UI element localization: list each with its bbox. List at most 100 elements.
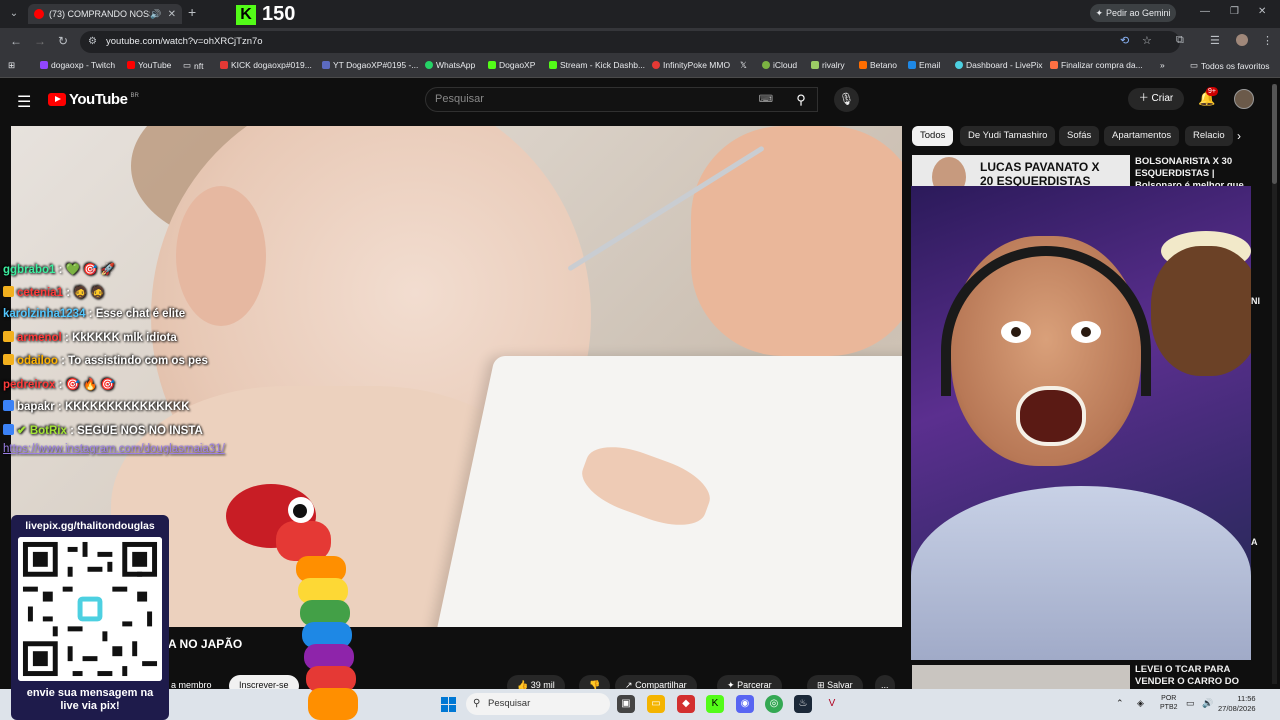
folder-icon: ▭ [1190,60,1199,70]
tab-search-chevron-icon[interactable]: ⌄ [6,6,22,22]
page-scrollbar[interactable] [1272,84,1277,684]
chat-instagram-link[interactable]: https://www.instagram.com/douglasmaia31/ [3,443,225,455]
chrome-icon[interactable]: ◎ [765,695,783,713]
valorant-icon[interactable]: V [823,695,841,713]
thumbs-up-icon: 👍 [517,680,529,689]
bookmark-kick-dashboard[interactable]: Stream - Kick Dashb... [549,60,645,70]
search-icon[interactable]: ⚲ [784,87,818,112]
url-text: youtube.com/watch?v=ohXRCjTzn7o [106,36,263,47]
create-button[interactable]: ＋ Criar [1128,88,1184,110]
minimize-icon[interactable]: — [1200,6,1210,17]
recommended-thumbnail[interactable]: LUCAS PAVANATO X 20 ESQUERDISTAS [912,155,1130,187]
thanks-button[interactable]: ✦ Parcerar [717,675,782,689]
reading-list-icon[interactable]: ☰ [1210,34,1220,47]
taskbar-search[interactable]: ⚲ Pesquisar [466,693,610,715]
steam-icon[interactable]: ♨ [794,695,812,713]
sub-badge-icon [3,331,14,342]
bookmark-star-icon[interactable]: ☆ [1142,34,1152,47]
all-bookmarks[interactable]: ▭ Todos os favoritos [1190,60,1270,71]
bookmark-kick[interactable]: KICK dogaoxp#019... [220,60,312,70]
bookmark-email[interactable]: Email [908,60,940,70]
profile-avatar[interactable] [1236,34,1248,46]
avatar[interactable] [1234,89,1254,109]
bookmark-finalizar[interactable]: Finalizar compra da... [1050,60,1143,70]
translate-icon[interactable]: ⟲ [1120,34,1129,47]
bookmarks-bar: ⊞ dogaoxp - Twitch YouTube ▭ nft KICK dog… [0,56,1280,78]
thumbs-down-icon: 👎 [589,680,601,689]
more-bookmarks-icon[interactable]: » [1160,60,1165,70]
chip-apartamentos[interactable]: Apartamentos [1104,126,1180,146]
recommended-title[interactable]: LEVEI O TCAR PARA VENDER O CARRO DO LUIZ… [1135,664,1260,690]
join-button[interactable]: a membro [161,675,222,689]
speaker-icon[interactable]: 🔊 [150,9,161,20]
bookmark-whatsapp[interactable]: WhatsApp [425,60,475,70]
tab-youtube[interactable]: (73) COMPRANDO NOSSA 🔊 ✕ [28,4,182,24]
mic-icon[interactable]: 🎙 [834,87,859,112]
url-field[interactable]: ⚙ youtube.com/watch?v=ohXRCjTzn7o [80,31,1180,53]
apps-grid-icon[interactable]: ⊞ [8,60,15,71]
extensions-icon[interactable]: ⧉ [1176,34,1184,47]
close-tab-icon[interactable]: ✕ [168,9,176,20]
bookmark-folder-nft[interactable]: ▭ nft [183,60,203,71]
betano-icon [859,61,867,69]
search-placeholder: Pesquisar [435,93,484,105]
window-close-icon[interactable]: ✕ [1258,6,1266,17]
bookmark-twitch[interactable]: dogaoxp - Twitch [40,60,115,70]
volume-icon[interactable]: 🔊 [1202,698,1213,709]
like-button[interactable]: 👍 39 mil [507,675,565,689]
chevron-right-icon[interactable]: › [1237,129,1241,143]
chat-line: pedreirox : 🎯 🔥 🎯 [3,379,115,391]
save-button[interactable]: ⊞ Salvar [807,675,863,689]
taskbar-clock[interactable]: 11:56 27/08/2026 [1218,694,1256,714]
app-red-icon[interactable]: ◆ [677,695,695,713]
gemini-button[interactable]: ✦ Pedir ao Gemini [1090,4,1176,22]
tray-chevron-icon[interactable]: ⌃ [1116,698,1124,709]
task-view-icon[interactable]: ▣ [617,695,635,713]
save-icon: ⊞ [817,680,825,689]
menu-icon[interactable]: ☰ [17,92,31,112]
bookmark-icloud[interactable]: iCloud [762,60,797,70]
share-button[interactable]: ↗ Compartilhar [615,675,697,689]
windows-start-icon[interactable] [441,697,456,712]
more-actions-button[interactable]: ... [875,675,895,689]
shop-icon [1050,61,1058,69]
kick-app-icon[interactable]: K [706,695,724,713]
sock-puppet-overlay [226,484,358,720]
bookmark-infinitypoke[interactable]: InfinityPoke MMO [652,60,730,70]
search-input[interactable]: Pesquisar ⌨ [425,87,818,112]
back-icon[interactable]: ← [10,34,22,48]
new-tab-button[interactable]: + [188,4,196,20]
sub-badge-icon [3,286,14,297]
chip-sofas[interactable]: Sofás [1059,126,1100,146]
icloud-icon [762,61,770,69]
gemini-spark-icon: ✦ [1095,7,1103,18]
chip-yudi[interactable]: De Yudi Tamashiro [960,126,1056,146]
forward-icon[interactable]: → [34,34,46,48]
network-icon[interactable]: ▭ [1186,698,1195,709]
site-info-icon[interactable]: ⚙ [88,31,97,53]
maximize-icon[interactable]: ❐ [1230,6,1239,17]
bookmark-livepix[interactable]: Dashboard - LivePix [955,60,1043,70]
bookmark-rivalry[interactable]: rivalry [811,60,845,70]
bookmark-youtube[interactable]: YouTube [127,60,171,70]
reload-icon[interactable]: ↻ [58,34,68,48]
bookmark-yt-dogao[interactable]: YT DogaoXP#0195 -... [322,60,418,70]
bookmark-x[interactable]: 𝕏 [740,60,747,71]
input-language[interactable]: POR PTB2 [1160,694,1178,712]
recommended-thumbnail[interactable] [912,665,1130,689]
tray-app-icon[interactable]: ◈ [1137,698,1144,709]
keyboard-icon[interactable]: ⌨ [759,88,773,111]
chip-relacionados[interactable]: Relacio [1185,126,1233,146]
discord-icon[interactable]: ◉ [736,695,754,713]
dislike-button[interactable]: 👎 [579,675,611,689]
file-explorer-icon[interactable]: ▭ [647,695,665,713]
chip-todos[interactable]: Todos [912,126,954,146]
bookmark-dogaoxp[interactable]: DogaoXP [488,60,535,70]
youtube-logo[interactable]: YouTube BR [48,91,139,108]
bookmark-betano[interactable]: Betano [859,60,897,70]
video-frame-ear [176,186,266,326]
recommended-title[interactable]: BOLSONARISTA X 30 ESQUERDISTAS | Bolsona… [1135,156,1260,190]
hover-preview-thumbnail[interactable] [911,186,1251,660]
chrome-menu-icon[interactable]: ⋮ [1262,34,1273,47]
search-icon: ⚲ [473,698,481,709]
